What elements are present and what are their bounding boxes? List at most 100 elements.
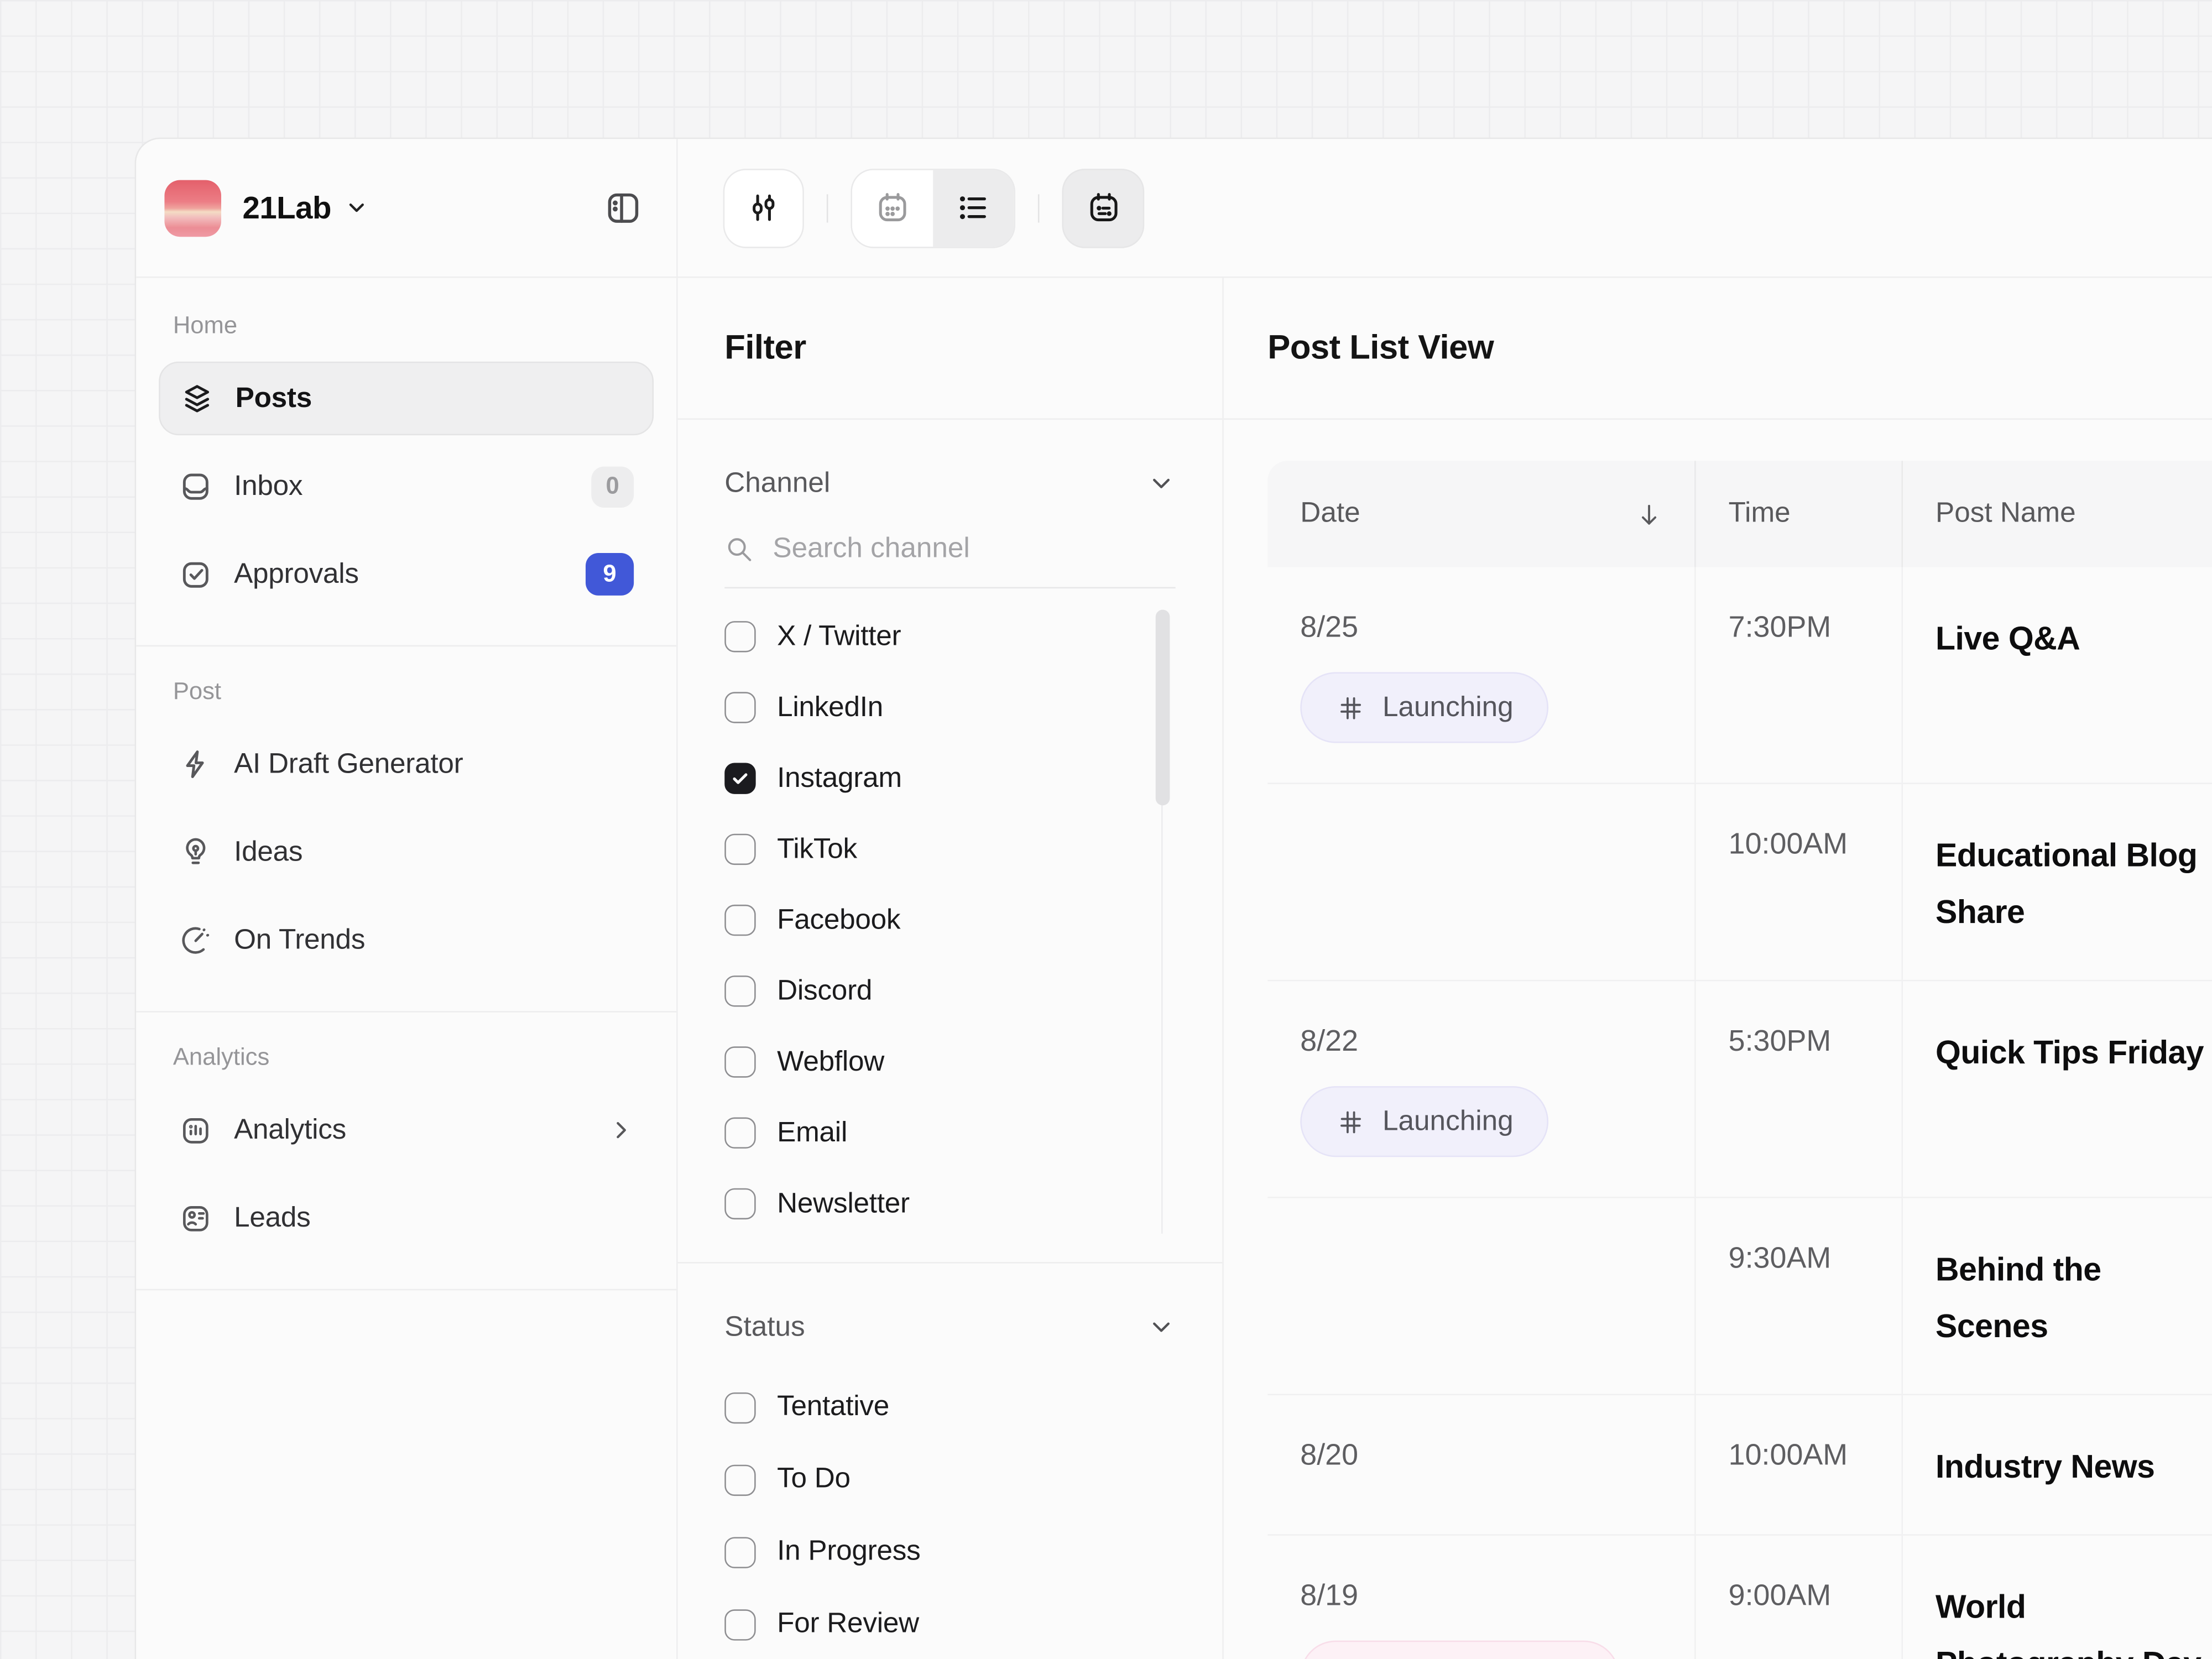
layers-icon bbox=[180, 382, 215, 416]
inbox-icon bbox=[179, 469, 213, 504]
channel-option-webflow[interactable]: Webflow bbox=[724, 1026, 1139, 1097]
table-header-row: Date Time Post Name bbox=[1267, 461, 2212, 567]
calendar-view-button[interactable] bbox=[852, 169, 933, 246]
sidebar-section-analytics: Analytics bbox=[173, 1044, 654, 1072]
channel-option-email[interactable]: Email bbox=[724, 1098, 1139, 1168]
column-header-date[interactable]: Date bbox=[1267, 461, 1694, 567]
calendar-view-icon bbox=[875, 190, 910, 226]
post-time: 10:00AM bbox=[1729, 827, 1870, 864]
checkbox-unchecked[interactable] bbox=[724, 1609, 755, 1640]
list-view-icon bbox=[956, 190, 991, 226]
checkbox-unchecked[interactable] bbox=[724, 905, 755, 936]
channel-option-linkedin[interactable]: LinkedIn bbox=[724, 672, 1139, 743]
checkbox-unchecked[interactable] bbox=[724, 1536, 755, 1567]
table-row[interactable]: 10:00AM Educational Blog Share bbox=[1267, 784, 2212, 981]
channel-section-header[interactable]: Channel bbox=[724, 457, 1175, 510]
table-row[interactable]: 8/22 Launching 5:30PM Quick Tips Friday bbox=[1267, 981, 2212, 1198]
checkbox-unchecked[interactable] bbox=[724, 1046, 755, 1077]
post-name: Industry News bbox=[1936, 1438, 2212, 1495]
sidebar-toggle-icon[interactable] bbox=[604, 189, 642, 227]
table-row[interactable]: 8/25 Launching 7:30PM Live Q&A bbox=[1267, 567, 2212, 784]
sidebar-item-inbox[interactable]: Inbox 0 bbox=[159, 450, 654, 523]
checkbox-unchecked[interactable] bbox=[724, 1118, 755, 1149]
post-list-header: Post List View bbox=[1224, 278, 2212, 420]
channel-option-discord[interactable]: Discord bbox=[724, 956, 1139, 1026]
post-date: 8/22 bbox=[1300, 1024, 1663, 1061]
post-name: Behind the Scenes bbox=[1936, 1241, 2212, 1354]
checkbox-unchecked[interactable] bbox=[724, 975, 755, 1006]
sidebar-item-label: On Trends bbox=[234, 924, 365, 957]
checkbox-unchecked[interactable] bbox=[724, 1188, 755, 1219]
status-option-to-do[interactable]: To Do bbox=[724, 1443, 1175, 1516]
tag-pill-launching[interactable]: Launching bbox=[1300, 672, 1549, 743]
post-time: 9:00AM bbox=[1729, 1578, 1870, 1615]
chevron-right-icon bbox=[608, 1118, 634, 1143]
filter-panel: Filter Channel bbox=[678, 278, 1224, 1659]
channel-option-x-twitter[interactable]: X / Twitter bbox=[724, 601, 1139, 672]
sidebar-section-post: Post bbox=[173, 678, 654, 706]
post-name: World Photography Day bbox=[1936, 1578, 2212, 1659]
channel-option-label: X / Twitter bbox=[777, 620, 901, 653]
filter-settings-button[interactable] bbox=[723, 168, 804, 248]
checkbox-unchecked[interactable] bbox=[724, 621, 755, 652]
post-name: Live Q&A bbox=[1936, 610, 2212, 667]
status-option-in-progress[interactable]: In Progress bbox=[724, 1516, 1175, 1588]
list-view-button[interactable] bbox=[933, 169, 1014, 246]
sort-descending-icon bbox=[1635, 500, 1663, 528]
channel-option-label: Email bbox=[777, 1117, 847, 1149]
status-section-header[interactable]: Status bbox=[724, 1300, 1175, 1354]
channel-option-newsletter[interactable]: Newsletter bbox=[724, 1168, 1139, 1239]
sidebar-item-label: Inbox bbox=[234, 470, 302, 503]
top-header: 21Lab bbox=[136, 139, 2212, 278]
id-card-icon bbox=[179, 1201, 213, 1235]
sidebar-item-label: Ideas bbox=[234, 836, 302, 869]
column-header-label: Post Name bbox=[1936, 498, 2076, 530]
column-header-post-name[interactable]: Post Name bbox=[1901, 461, 2212, 567]
workspace-name[interactable]: 21Lab bbox=[242, 189, 331, 226]
schedule-view-button[interactable] bbox=[1062, 168, 1145, 248]
filter-title: Filter bbox=[724, 328, 806, 368]
status-option-tentative[interactable]: Tentative bbox=[724, 1371, 1175, 1443]
channel-option-label: Webflow bbox=[777, 1046, 884, 1078]
sidebar-section-home: Home bbox=[173, 312, 654, 340]
table-row[interactable]: 9:30AM Behind the Scenes bbox=[1267, 1198, 2212, 1395]
sidebar-item-on-trends[interactable]: On Trends bbox=[159, 903, 654, 977]
post-time: 5:30PM bbox=[1729, 1024, 1870, 1061]
sidebar-item-ideas[interactable]: Ideas bbox=[159, 815, 654, 889]
lightning-icon bbox=[179, 747, 213, 781]
tag-pill-world-photography-day[interactable]: World Photography Day bbox=[1300, 1641, 1619, 1659]
scrollbar-thumb[interactable] bbox=[1156, 610, 1170, 806]
channel-option-label: LinkedIn bbox=[777, 691, 883, 724]
chevron-down-icon[interactable] bbox=[344, 196, 368, 220]
sidebar-item-approvals[interactable]: Approvals 9 bbox=[159, 538, 654, 611]
checkbox-unchecked[interactable] bbox=[724, 692, 755, 723]
channel-section-label: Channel bbox=[724, 467, 830, 500]
sidebar-item-leads[interactable]: Leads bbox=[159, 1181, 654, 1255]
table-row[interactable]: 8/20 10:00AM Industry News bbox=[1267, 1395, 2212, 1536]
channel-option-tiktok[interactable]: TikTok bbox=[724, 814, 1139, 885]
column-header-time[interactable]: Time bbox=[1694, 461, 1901, 567]
workspace-avatar[interactable] bbox=[164, 179, 221, 236]
tag-label: Launching bbox=[1383, 1105, 1514, 1138]
hash-icon bbox=[1335, 1107, 1365, 1136]
sidebar-item-posts[interactable]: Posts bbox=[159, 362, 654, 435]
checkbox-unchecked[interactable] bbox=[724, 834, 755, 865]
tag-pill-launching[interactable]: Launching bbox=[1300, 1086, 1549, 1157]
channel-option-label: Facebook bbox=[777, 904, 900, 937]
channel-option-label: Instagram bbox=[777, 762, 902, 795]
table-row[interactable]: 8/19 World Photography Day 9:00AM World … bbox=[1267, 1536, 2212, 1659]
status-option-for-review[interactable]: For Review bbox=[724, 1588, 1175, 1659]
channel-search-input[interactable] bbox=[773, 533, 1175, 566]
post-list-panel: Post List View Date Time bbox=[1224, 278, 2212, 1659]
gauge-icon bbox=[179, 923, 213, 957]
checkbox-unchecked[interactable] bbox=[724, 1464, 755, 1495]
checkbox-checked[interactable] bbox=[724, 763, 755, 794]
sidebar-item-ai-draft-generator[interactable]: AI Draft Generator bbox=[159, 727, 654, 801]
channel-option-instagram[interactable]: Instagram bbox=[724, 743, 1139, 814]
checkbox-unchecked[interactable] bbox=[724, 1392, 755, 1423]
channel-option-facebook[interactable]: Facebook bbox=[724, 885, 1139, 956]
view-mode-segmented-control bbox=[851, 168, 1015, 248]
sidebar: Home Posts bbox=[136, 278, 677, 1659]
post-name: Educational Blog Share bbox=[1936, 827, 2212, 940]
sidebar-item-analytics[interactable]: Analytics bbox=[159, 1093, 654, 1167]
